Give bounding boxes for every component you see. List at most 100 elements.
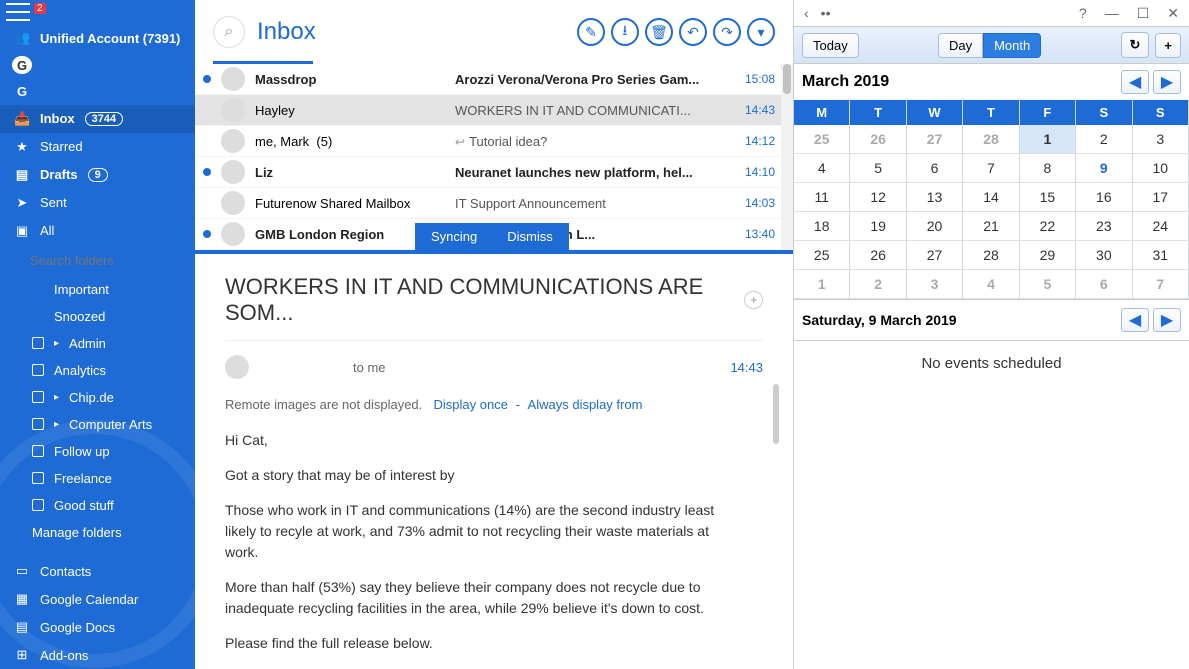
label-follow up[interactable]: Follow up	[0, 438, 195, 465]
calendar-day[interactable]: 13	[907, 183, 963, 212]
calendar-day[interactable]: 25	[794, 125, 850, 154]
delete-button[interactable]: 🗑	[645, 18, 673, 46]
back-icon[interactable]: ‹	[804, 5, 809, 21]
menu-icon[interactable]	[6, 3, 30, 21]
app-contacts[interactable]: ▭ Contacts	[0, 557, 195, 585]
label-good stuff[interactable]: Good stuff	[0, 492, 195, 519]
label-important[interactable]: Important	[0, 276, 195, 303]
calendar-day[interactable]: 6	[907, 154, 963, 183]
calendar-day[interactable]: 16	[1076, 183, 1132, 212]
calendar-day[interactable]: 3	[1133, 125, 1189, 154]
label-admin[interactable]: ▸ Admin	[0, 330, 195, 357]
calendar-day[interactable]: 11	[794, 183, 850, 212]
google-account-2[interactable]: G	[12, 82, 32, 100]
calendar-day[interactable]: 26	[850, 241, 906, 270]
nav-starred[interactable]: ★ Starred	[0, 133, 195, 161]
calendar-day[interactable]: 20	[907, 212, 963, 241]
message-row[interactable]: Futurenow Shared Mailbox IT Support Anno…	[195, 188, 793, 219]
prev-day-button[interactable]: ◀	[1121, 308, 1149, 332]
message-row[interactable]: me, Mark (5) ↩Tutorial idea? 14:12	[195, 126, 793, 157]
calendar-day[interactable]: 5	[850, 154, 906, 183]
display-once-link[interactable]: Display once	[434, 397, 508, 412]
close-icon[interactable]: ✕	[1167, 5, 1179, 22]
label-freelance[interactable]: Freelance	[0, 465, 195, 492]
google-account-1[interactable]: G	[12, 56, 32, 74]
calendar-day[interactable]: 22	[1020, 212, 1076, 241]
label-analytics[interactable]: Analytics	[0, 357, 195, 384]
calendar-day[interactable]: 29	[1020, 241, 1076, 270]
message-row[interactable]: Liz Neuranet launches new platform, hel.…	[195, 157, 793, 188]
day-view-button[interactable]: Day	[938, 33, 983, 58]
overflow-icon[interactable]: ••	[821, 5, 831, 21]
message-list-scrollbar[interactable]	[781, 64, 793, 250]
more-button[interactable]: ▾	[747, 18, 775, 46]
calendar-day[interactable]: 27	[907, 241, 963, 270]
always-display-link[interactable]: Always display from	[528, 397, 643, 412]
nav-drafts[interactable]: ▤ Drafts 9	[0, 161, 195, 189]
calendar-day[interactable]: 23	[1076, 212, 1132, 241]
calendar-day[interactable]: 5	[1020, 270, 1076, 299]
nav-all[interactable]: ▣ All	[0, 217, 195, 245]
help-icon[interactable]: ?	[1079, 5, 1087, 22]
calendar-day[interactable]: 24	[1133, 212, 1189, 241]
reply-button[interactable]: ↶	[679, 18, 707, 46]
calendar-day[interactable]: 1	[1020, 125, 1076, 154]
calendar-day[interactable]: 3	[907, 270, 963, 299]
calendar-day[interactable]: 30	[1076, 241, 1132, 270]
minimize-icon[interactable]: —	[1105, 5, 1119, 22]
refresh-button[interactable]: ↻	[1121, 32, 1150, 58]
calendar-day[interactable]: 10	[1133, 154, 1189, 183]
nav-inbox[interactable]: 📥 Inbox 3744	[0, 105, 195, 133]
today-button[interactable]: Today	[802, 33, 859, 58]
label-computer arts[interactable]: ▸ Computer Arts	[0, 411, 195, 438]
calendar-day[interactable]: 27	[907, 125, 963, 154]
forward-button[interactable]: ↷	[713, 18, 741, 46]
manage-folders[interactable]: Manage folders	[0, 519, 195, 546]
calendar-day[interactable]: 2	[1076, 125, 1132, 154]
calendar-day[interactable]: 21	[963, 212, 1019, 241]
checkbox-icon[interactable]	[32, 418, 44, 430]
message-row[interactable]: Massdrop Arozzi Verona/Verona Pro Series…	[195, 64, 793, 95]
calendar-day[interactable]: 7	[963, 154, 1019, 183]
calendar-day[interactable]: 6	[1076, 270, 1132, 299]
app-google docs[interactable]: ▤ Google Docs	[0, 613, 195, 641]
account-row[interactable]: 👥 Unified Account (7391)	[0, 24, 195, 52]
app-google calendar[interactable]: ▦ Google Calendar	[0, 585, 195, 613]
download-button[interactable]: ⭳	[611, 18, 639, 46]
label-chip.de[interactable]: ▸ Chip.de	[0, 384, 195, 411]
calendar-day[interactable]: 26	[850, 125, 906, 154]
message-row[interactable]: Hayley WORKERS IN IT AND COMMUNICATI... …	[195, 95, 793, 126]
calendar-day[interactable]: 9	[1076, 154, 1132, 183]
calendar-day[interactable]: 7	[1133, 270, 1189, 299]
prev-month-button[interactable]: ◀	[1121, 70, 1149, 94]
calendar-day[interactable]: 31	[1133, 241, 1189, 270]
checkbox-icon[interactable]	[32, 499, 44, 511]
checkbox-icon[interactable]	[32, 364, 44, 376]
checkbox-icon[interactable]	[32, 391, 44, 403]
next-month-button[interactable]: ▶	[1153, 70, 1181, 94]
calendar-day[interactable]: 1	[794, 270, 850, 299]
compose-button[interactable]: ✎	[577, 18, 605, 46]
calendar-day[interactable]: 25	[794, 241, 850, 270]
calendar-day[interactable]: 28	[963, 125, 1019, 154]
month-view-button[interactable]: Month	[983, 33, 1041, 58]
calendar-day[interactable]: 4	[963, 270, 1019, 299]
calendar-day[interactable]: 17	[1133, 183, 1189, 212]
calendar-day[interactable]: 4	[794, 154, 850, 183]
checkbox-icon[interactable]	[32, 337, 44, 349]
label-snoozed[interactable]: Snoozed	[0, 303, 195, 330]
calendar-day[interactable]: 2	[850, 270, 906, 299]
calendar-day[interactable]: 15	[1020, 183, 1076, 212]
search-folders-input[interactable]	[0, 245, 195, 276]
calendar-day[interactable]: 18	[794, 212, 850, 241]
checkbox-icon[interactable]	[32, 472, 44, 484]
search-button[interactable]: ⌕	[213, 16, 245, 48]
checkbox-icon[interactable]	[32, 445, 44, 457]
calendar-day[interactable]: 12	[850, 183, 906, 212]
calendar-day[interactable]: 14	[963, 183, 1019, 212]
next-day-button[interactable]: ▶	[1153, 308, 1181, 332]
preview-scrollbar[interactable]	[773, 384, 779, 444]
app-add-ons[interactable]: ⊞ Add-ons	[0, 641, 195, 669]
add-tag-button[interactable]: +	[744, 291, 763, 309]
nav-sent[interactable]: ➤ Sent	[0, 189, 195, 217]
